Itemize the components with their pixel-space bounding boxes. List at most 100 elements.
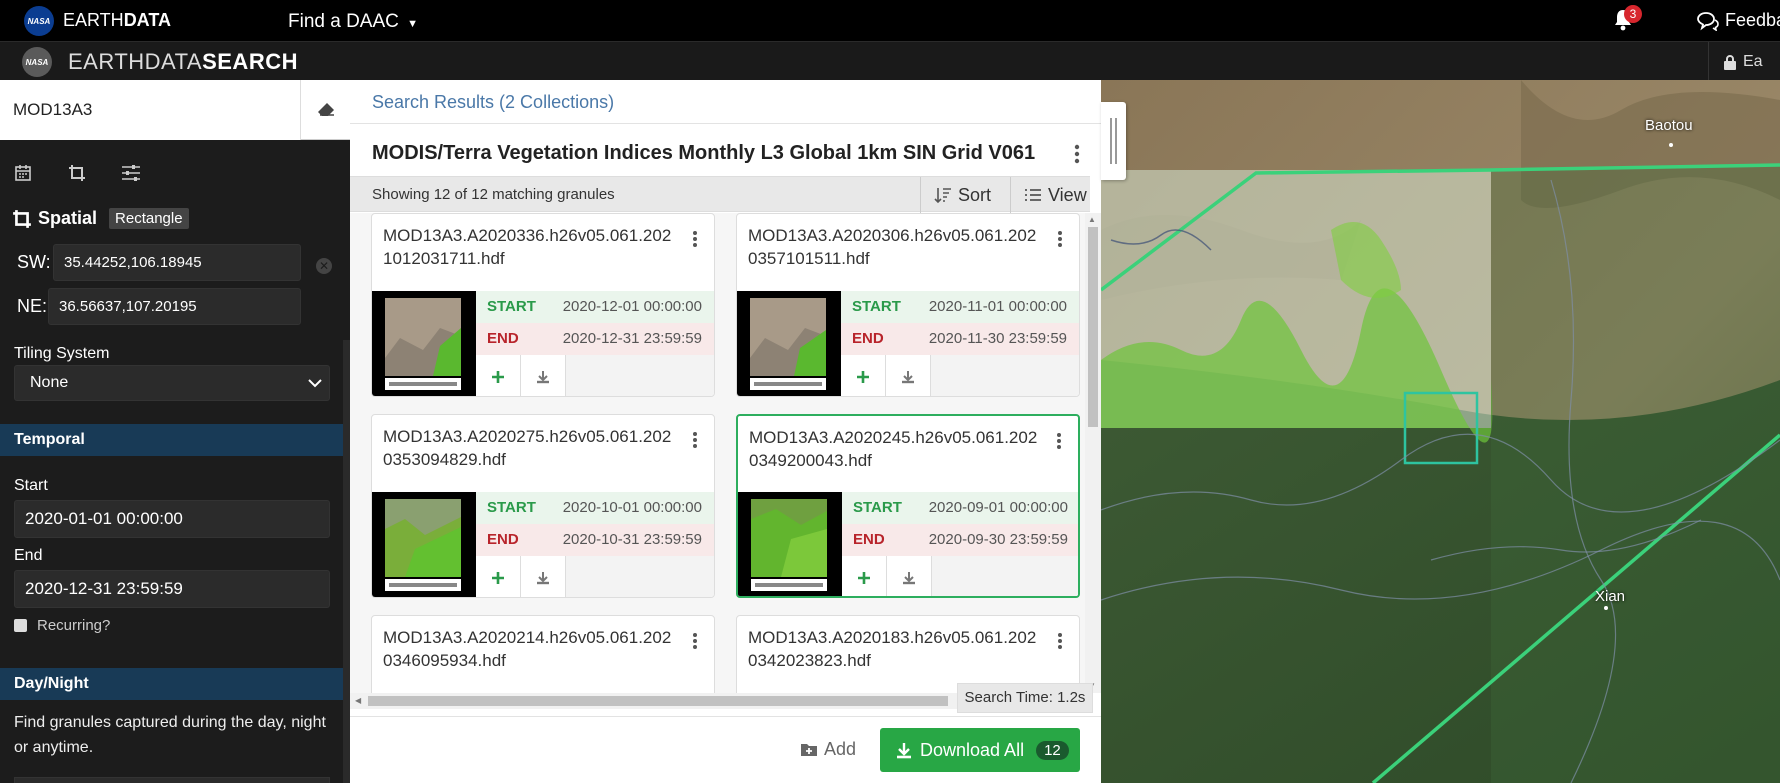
download-icon [537, 371, 549, 384]
app-header: NASA EARTHDATASEARCH Ea [0, 41, 1780, 81]
keyword-search-input[interactable] [0, 80, 300, 140]
tiling-system-select[interactable]: None [14, 365, 330, 401]
granule-menu-button[interactable] [1057, 632, 1063, 650]
granule-thumbnail [372, 492, 476, 597]
download-granule-button[interactable] [886, 355, 931, 396]
granule-card[interactable]: MOD13A3.A2020183.h26v05.061.202034202382… [736, 615, 1080, 693]
crop-icon [13, 209, 31, 228]
granule-name: MOD13A3.A2020275.h26v05.061.202035309482… [383, 427, 672, 469]
login-label: Ea [1743, 52, 1763, 70]
end-label: END [487, 531, 519, 548]
temporal-filter-button[interactable] [8, 158, 38, 188]
app-title-prefix: EARTHDATA [68, 49, 203, 74]
granule-list-scrollbar[interactable]: ▲ ▼ [1085, 213, 1101, 693]
granule-count-text: Showing 12 of 12 matching granules [372, 186, 615, 203]
login-button[interactable]: Ea [1708, 42, 1780, 81]
temporal-end-label: End [14, 547, 43, 564]
add-granule-button[interactable] [842, 556, 887, 596]
global-header: NASA EARTHDATA Find a DAAC ▼ 3 Feedba [0, 0, 1780, 41]
download-granule-button[interactable] [521, 556, 566, 597]
earthdata-brand[interactable]: EARTHDATA [63, 10, 171, 31]
ne-label: NE: [17, 296, 48, 316]
eraser-icon [317, 103, 334, 116]
granule-card[interactable]: MOD13A3.A2020306.h26v05.061.202035710151… [736, 213, 1080, 397]
notifications-button[interactable]: 3 [1612, 5, 1642, 34]
daynight-section-header: Day/Night [0, 668, 343, 700]
granule-card[interactable]: MOD13A3.A2020336.h26v05.061.202101203171… [371, 213, 715, 397]
map-view[interactable]: Baotou Xian [1101, 80, 1780, 783]
download-granule-button[interactable] [521, 355, 566, 396]
add-collection-button[interactable]: Add [800, 739, 856, 760]
app-title[interactable]: EARTHDATASEARCH [68, 49, 298, 75]
sliders-icon [122, 165, 140, 181]
sidebar-scrollbar[interactable] [343, 340, 350, 783]
panel-resize-handle[interactable] [1101, 102, 1126, 180]
granule-name: MOD13A3.A2020183.h26v05.061.202034202382… [748, 628, 1037, 670]
scroll-left-icon[interactable]: ◀ [355, 696, 361, 705]
add-label: Add [824, 739, 857, 759]
daynight-select[interactable] [14, 777, 330, 783]
spatial-title: Spatial [38, 208, 98, 228]
granule-menu-button[interactable] [692, 230, 698, 248]
granule-name: MOD13A3.A2020306.h26v05.061.202035710151… [748, 226, 1037, 268]
download-granule-button[interactable] [887, 556, 932, 596]
feedback-link[interactable]: Feedba [1696, 10, 1780, 31]
map-label-xian: Xian [1595, 588, 1626, 605]
advanced-filter-button[interactable] [116, 158, 146, 188]
granule-start-row: START 2020-10-01 00:00:00 [476, 492, 714, 524]
scroll-up-icon[interactable]: ▲ [1088, 215, 1096, 224]
granule-menu-button[interactable] [692, 632, 698, 650]
granule-browse-image [750, 298, 826, 390]
horizontal-scrollbar[interactable]: ◀ [350, 693, 970, 709]
temporal-end-input[interactable] [14, 570, 330, 608]
find-daac-label: Find a DAAC [288, 11, 399, 32]
more-vertical-icon [693, 633, 697, 649]
ne-coordinate-input[interactable] [48, 288, 301, 325]
more-vertical-icon [1057, 433, 1061, 449]
add-granule-button[interactable] [841, 355, 886, 396]
granule-card[interactable]: MOD13A3.A2020214.h26v05.061.202034609593… [371, 615, 715, 693]
recurring-checkbox[interactable] [14, 619, 27, 632]
recurring-toggle[interactable]: Recurring? [14, 617, 110, 634]
more-vertical-icon [1058, 633, 1062, 649]
download-all-button[interactable]: Download All 12 [880, 728, 1080, 772]
granule-menu-button[interactable] [692, 431, 698, 449]
collection-menu-button[interactable] [1068, 140, 1086, 168]
granule-menu-button[interactable] [1056, 432, 1062, 450]
sw-coordinate-input[interactable] [53, 244, 301, 281]
scrollbar-thumb[interactable] [1088, 227, 1098, 427]
collection-title: MODIS/Terra Vegetation Indices Monthly L… [372, 142, 1036, 164]
granule-start-row: START 2020-09-01 00:00:00 [842, 492, 1078, 524]
clear-spatial-button[interactable]: ✕ [316, 258, 332, 274]
end-date: 2020-12-31 23:59:59 [562, 330, 702, 347]
granule-card[interactable]: MOD13A3.A2020275.h26v05.061.202035309482… [371, 414, 715, 598]
granule-card-selected[interactable]: MOD13A3.A2020245.h26v05.061.202034920004… [736, 414, 1080, 598]
add-granule-button[interactable] [476, 355, 521, 396]
temporal-start-input[interactable] [14, 500, 330, 538]
tiling-system-label: Tiling System [14, 345, 110, 362]
end-date: 2020-11-30 23:59:59 [928, 330, 1067, 347]
granule-end-row: END 2020-09-30 23:59:59 [842, 524, 1078, 556]
temporal-section-header: Temporal [0, 424, 343, 456]
find-daac-dropdown[interactable]: Find a DAAC ▼ [288, 11, 418, 33]
satellite-map[interactable] [1101, 80, 1780, 783]
granule-thumbnail [738, 492, 842, 596]
sort-button[interactable]: Sort [920, 177, 1010, 213]
download-icon [897, 742, 911, 758]
more-vertical-icon [1058, 231, 1062, 247]
granule-start-row: START 2020-12-01 00:00:00 [476, 291, 714, 323]
calendar-icon [15, 165, 31, 181]
download-icon [537, 572, 549, 585]
spatial-section-heading: Spatial Rectangle [12, 208, 189, 229]
spatial-filter-button[interactable] [62, 158, 92, 188]
daynight-description: Find granules captured during the day, n… [14, 714, 326, 756]
granule-menu-button[interactable] [1057, 230, 1063, 248]
end-label: END [487, 330, 519, 347]
horizontal-scrollbar-thumb[interactable] [368, 696, 948, 706]
view-button[interactable]: View [1010, 177, 1090, 213]
more-vertical-icon [1074, 144, 1080, 164]
clear-search-button[interactable] [300, 80, 350, 140]
start-label: START [487, 499, 536, 516]
add-granule-button[interactable] [476, 556, 521, 597]
search-results-link[interactable]: Search Results (2 Collections) [372, 92, 614, 113]
